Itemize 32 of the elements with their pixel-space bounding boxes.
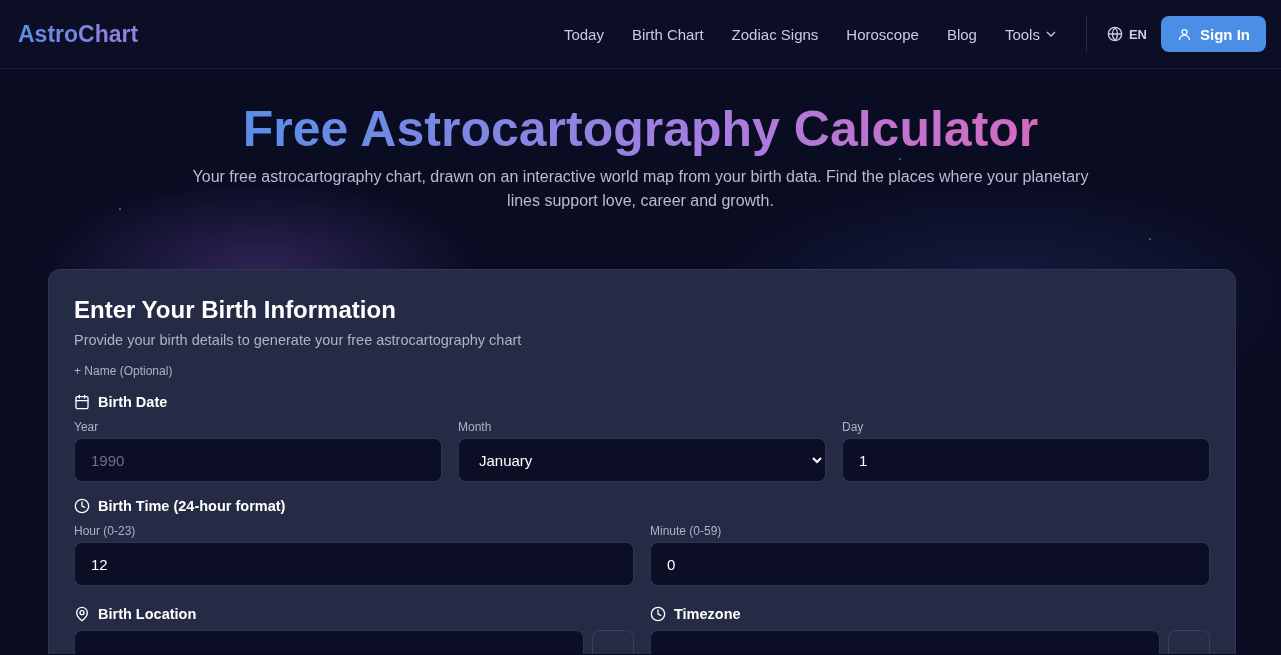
nav-link[interactable]: Zodiac Signs [731,25,819,43]
clock-icon [650,606,666,622]
calendar-icon [74,394,90,410]
form-title: Enter Your Birth Information [74,295,397,325]
field-label: Minute (0-59) [650,524,723,538]
section-heading: Timezone [674,606,741,622]
nav-link[interactable]: Tools [1004,25,1056,43]
nav-link[interactable]: Horoscope [846,25,919,43]
language-selector[interactable]: EN [1106,26,1147,42]
add-name-link[interactable]: + Name (Optional) [74,364,173,378]
globe-icon [1106,26,1123,42]
input-field[interactable]: 1990 [74,438,442,482]
nav-link[interactable]: Birth Chart [631,25,704,43]
field-label: Day [842,420,865,434]
chevron-down-icon [1045,31,1056,37]
select-field[interactable]: January [458,438,826,482]
field-label: Month [458,420,493,434]
input-field[interactable]: 1 [842,438,1210,482]
input-field[interactable]: 0 [650,542,1210,586]
section-heading: Birth Time (24-hour format) [98,498,286,514]
clock-icon [74,498,90,514]
input-field[interactable]: 12 [74,542,634,586]
location-pin-icon [74,606,90,622]
user-icon [1177,26,1192,42]
section-heading: Birth Date [98,394,168,410]
field-label: Hour (0-23) [74,524,137,538]
section-heading: Birth Location [98,606,197,622]
page-subtitle: Your free astrocartography chart, drawn on an interactive world map from your birth data. Find the places where your planetary lines support love, career and growth. [191,167,1090,211]
form-description: Provide your birth details to generate your free astrocartography chart [74,332,523,348]
nav-link[interactable]: Blog [946,25,977,43]
nav-link[interactable]: Today [563,25,604,43]
field-label: Year [74,420,100,434]
